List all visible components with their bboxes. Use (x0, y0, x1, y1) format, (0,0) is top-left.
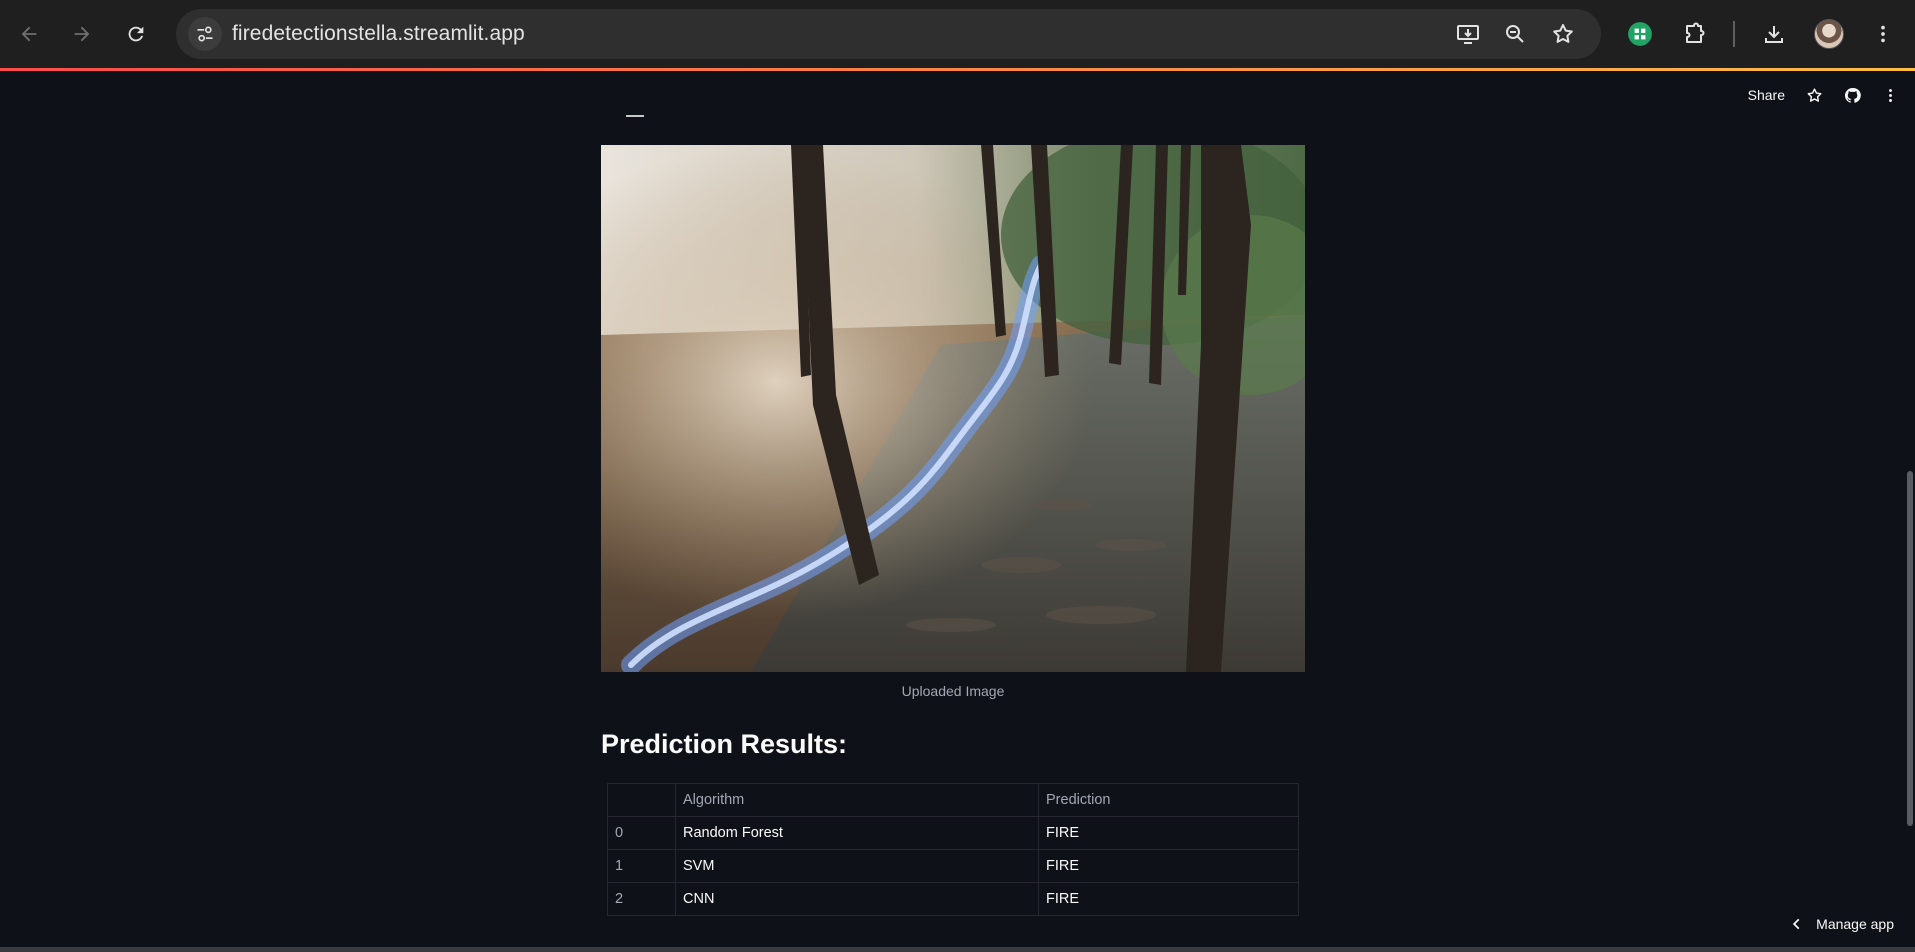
zoom-out-icon (1506, 25, 1524, 43)
cell-prediction: FIRE (1038, 816, 1299, 850)
github-icon (1844, 87, 1861, 103)
url-text[interactable]: firedetectionstella.streamlit.app (232, 22, 525, 46)
address-bar[interactable]: firedetectionstella.streamlit.app (176, 9, 1601, 59)
grid-extension-icon (1628, 22, 1652, 46)
zoom-button[interactable] (1498, 17, 1532, 51)
favorite-button[interactable] (1805, 86, 1823, 104)
arrow-left-icon (21, 26, 37, 42)
downloads-button[interactable] (1757, 17, 1791, 51)
page-scrollbar[interactable] (1903, 71, 1915, 947)
puzzle-icon (1686, 22, 1705, 43)
row-index: 1 (607, 849, 676, 883)
profile-avatar[interactable] (1814, 19, 1844, 49)
cell-algorithm: Random Forest (675, 816, 1039, 850)
manage-app-label: Manage app (1816, 916, 1894, 932)
bookmark-button[interactable] (1546, 17, 1580, 51)
cell-prediction: FIRE (1038, 882, 1299, 916)
image-caption: Uploaded Image (901, 683, 1005, 699)
app-menu-button[interactable] (1881, 86, 1899, 104)
app-toolbar: Share (1748, 84, 1899, 106)
extensions-button[interactable] (1677, 17, 1711, 51)
star-outline-icon (1807, 87, 1821, 102)
app-decoration-bar (0, 68, 1915, 71)
reload-button[interactable] (119, 17, 153, 51)
reload-icon (128, 26, 144, 42)
results-table: Algorithm Prediction 0 Random Forest FIR… (607, 783, 1299, 916)
results-heading: Prediction Results: (601, 729, 848, 759)
back-button[interactable] (12, 17, 46, 51)
kebab-menu-icon (1888, 88, 1892, 102)
table-row: 1 SVM FIRE (607, 849, 1299, 883)
cell-algorithm: CNN (675, 882, 1039, 916)
uploaded-image (601, 145, 1305, 672)
partial-element-marker (626, 115, 644, 117)
browser-menu-button[interactable] (1866, 17, 1900, 51)
cell-algorithm: SVM (675, 849, 1039, 883)
tune-icon (197, 26, 213, 42)
column-header-index[interactable] (607, 783, 676, 817)
chevron-left-icon (1793, 918, 1800, 930)
browser-toolbar: firedetectionstella.streamlit.app (0, 0, 1915, 68)
table-row: 0 Random Forest FIRE (607, 816, 1299, 850)
arrow-right-icon (74, 26, 90, 42)
column-header-algorithm[interactable]: Algorithm (675, 783, 1039, 817)
github-button[interactable] (1843, 86, 1861, 104)
scrollbar-thumb[interactable] (1907, 471, 1913, 826)
column-header-prediction[interactable]: Prediction (1038, 783, 1299, 817)
row-index: 0 (607, 816, 676, 850)
table-row: 2 CNN FIRE (607, 882, 1299, 916)
bottom-border (0, 947, 1915, 952)
table-header-row: Algorithm Prediction (607, 783, 1299, 817)
extension-sheets-button[interactable] (1623, 17, 1657, 51)
download-icon (1765, 26, 1783, 43)
forward-button[interactable] (65, 17, 99, 51)
kebab-menu-icon (1881, 25, 1885, 43)
toolbar-divider (1733, 21, 1735, 47)
share-button[interactable]: Share (1748, 87, 1785, 103)
install-desktop-icon (1457, 25, 1479, 44)
site-info-button[interactable] (188, 17, 222, 51)
manage-app-button[interactable]: Manage app (1790, 916, 1894, 932)
cell-prediction: FIRE (1038, 849, 1299, 883)
star-icon (1553, 24, 1573, 43)
install-app-button[interactable] (1451, 17, 1485, 51)
row-index: 2 (607, 882, 676, 916)
